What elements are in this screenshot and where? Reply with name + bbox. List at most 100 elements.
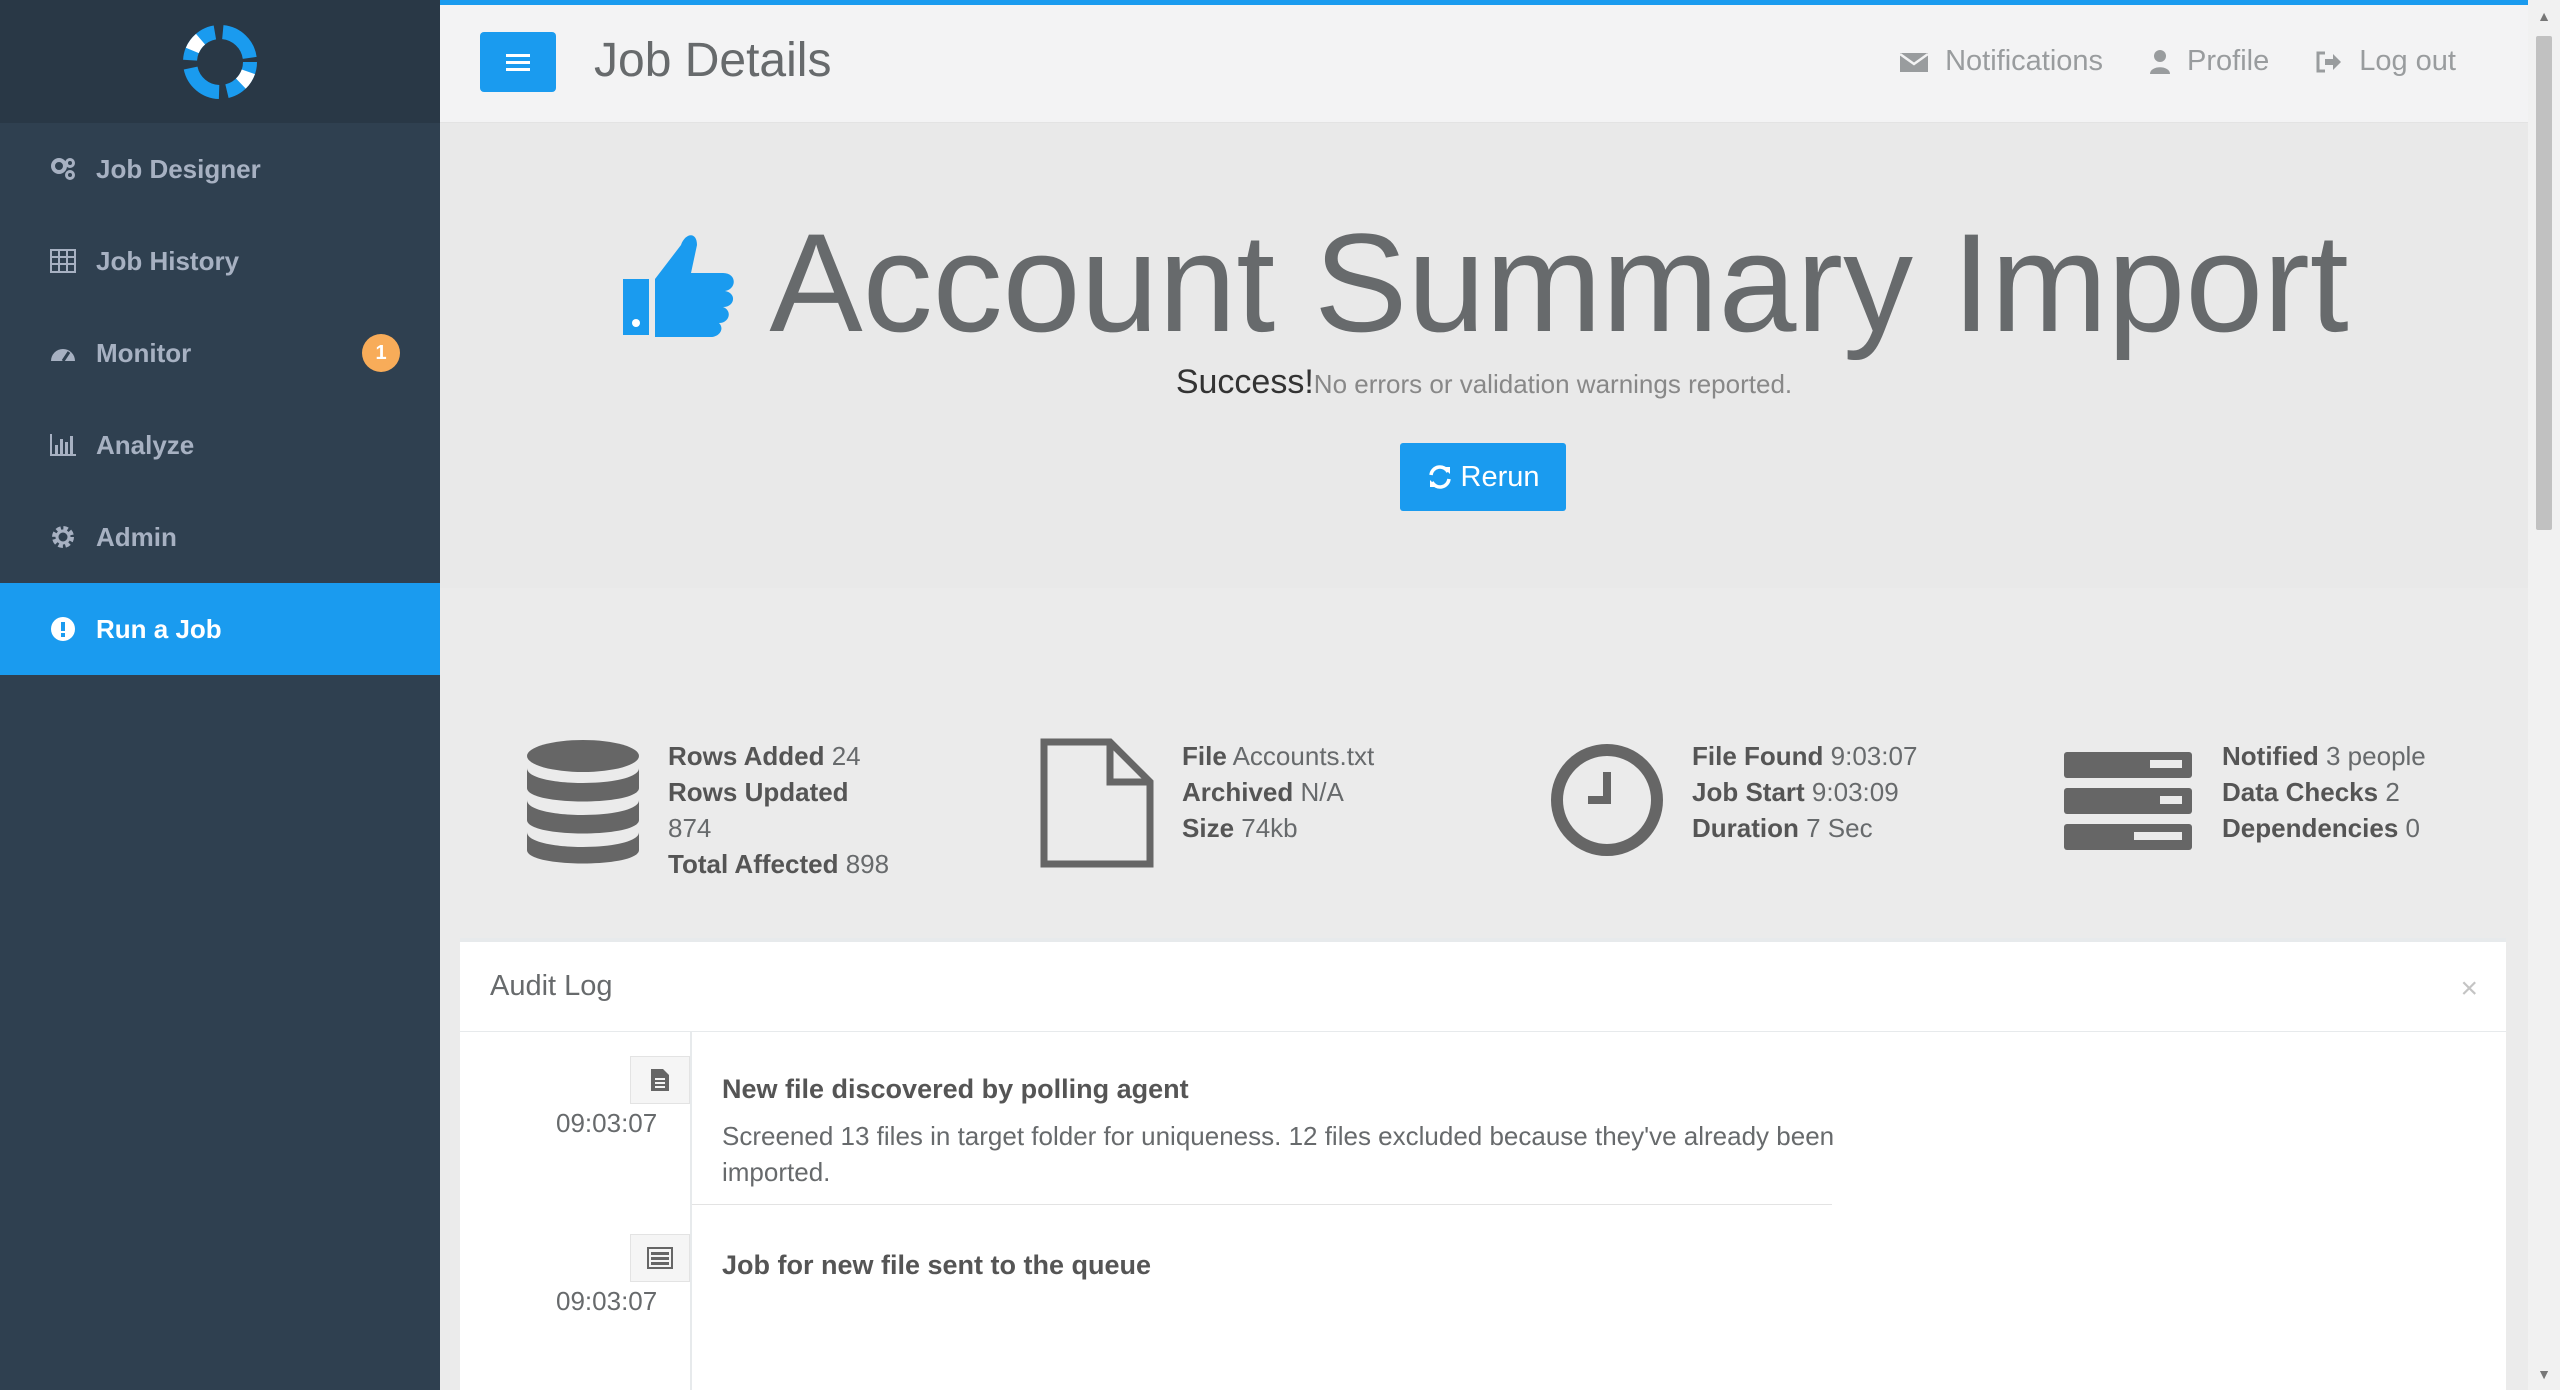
total-affected-value: 898 — [845, 849, 890, 879]
job-stats: Rows Added 24 Rows Updated 874 Total Aff… — [440, 588, 2528, 938]
rerun-button[interactable]: Rerun — [1400, 443, 1566, 511]
hamburger-icon — [506, 54, 530, 71]
rerun-label: Rerun — [1460, 460, 1540, 493]
gear-icon — [48, 522, 78, 552]
timing-stat-text: File Found 9:03:07 Job Start 9:03:09 Dur… — [1692, 738, 1917, 846]
notifications-label: Notifications — [1945, 45, 2104, 77]
logout-label: Log out — [2359, 45, 2456, 77]
job-start-label: Job Start — [1692, 777, 1805, 807]
profile-label: Profile — [2187, 45, 2270, 77]
file-text-icon — [630, 1056, 690, 1104]
profile-link[interactable]: Profile — [2149, 45, 2269, 78]
sign-out-icon — [2316, 51, 2342, 72]
total-affected-label: Total Affected — [668, 849, 839, 879]
file-label: File — [1182, 741, 1227, 771]
entry-title: New file discovered by polling agent — [722, 1074, 1189, 1104]
entry-time: 09:03:07 — [556, 1286, 658, 1316]
page-scrollbar[interactable]: ▲ ▼ — [2528, 0, 2560, 1390]
file-found-label: File Found — [1692, 741, 1824, 771]
dashboard-icon — [48, 338, 78, 368]
entry-time: 09:03:07 — [556, 1108, 658, 1138]
rows-stat-text: Rows Added 24 Rows Updated 874 Total Aff… — [668, 738, 889, 882]
logo[interactable] — [0, 0, 440, 123]
entry-divider — [692, 1204, 1832, 1205]
monitor-count-badge: 1 — [362, 334, 400, 372]
duration-value: 7 Sec — [1806, 813, 1873, 843]
clock-icon — [1551, 744, 1663, 856]
sidebar-item-label: Job Designer — [96, 153, 261, 184]
sidebar-item-label: Monitor — [96, 337, 192, 368]
audit-log-header: Audit Log × — [460, 942, 2506, 1032]
rows-added-value: 24 — [831, 741, 861, 771]
file-found-value: 9:03:07 — [1830, 741, 1918, 771]
rows-updated-value: 874 — [668, 813, 712, 843]
scrollbar-thumb[interactable] — [2536, 36, 2552, 530]
job-start-value: 9:03:09 — [1811, 777, 1899, 807]
sidebar-item-label: Run a Job — [96, 613, 222, 644]
sidebar: Job Designer Job History Monitor 1 Analy… — [0, 0, 440, 1390]
status-label: Success! — [1175, 363, 1314, 401]
refresh-icon — [1428, 465, 1451, 489]
cogs-icon — [48, 154, 78, 184]
table-icon — [48, 246, 78, 276]
entry-title: Job for new file sent to the queue — [722, 1250, 1152, 1280]
user-icon — [2150, 49, 2171, 74]
scroll-down-icon[interactable]: ▼ — [2536, 1366, 2552, 1382]
top-bar: Job Details Notifications Profile Log ou… — [440, 0, 2528, 123]
envelope-icon — [1899, 52, 1929, 72]
audit-log-title: Audit Log — [490, 970, 613, 1002]
top-links: Notifications Profile Log out — [1899, 45, 2456, 78]
app-logo-icon — [183, 24, 257, 99]
timing-stat: File Found 9:03:07 Job Start 9:03:09 Dur… — [1550, 738, 1917, 868]
job-name-title: Account Summary Import — [769, 204, 2349, 361]
job-summary-hero: Account Summary Import Success!No errors… — [440, 123, 2528, 588]
sidebar-item-admin[interactable]: Admin — [0, 491, 440, 583]
size-label: Size — [1182, 813, 1235, 843]
exclamation-circle-icon — [48, 614, 78, 644]
sidebar-item-run-a-job[interactable]: Run a Job — [0, 583, 440, 675]
entry-description: Screened 13 files in target folder for u… — [722, 1121, 1835, 1187]
rows-updated-label: Rows Updated — [668, 777, 849, 807]
status-description: No errors or validation warnings reporte… — [1313, 369, 1793, 399]
duration-label: Duration — [1692, 813, 1799, 843]
audit-log-panel: Audit Log × 09:03:07 New file discovered… — [460, 938, 2506, 1390]
thumbs-up-icon — [623, 235, 735, 337]
dependencies-value: 0 — [2405, 813, 2420, 843]
rows-stat: Rows Added 24 Rows Updated 874 Total Aff… — [526, 738, 889, 882]
sidebar-item-label: Job History — [96, 245, 240, 276]
close-icon[interactable]: × — [2460, 972, 2478, 1006]
hero-title-row: Account Summary Import — [440, 213, 2528, 353]
sidebar-item-label: Admin — [96, 521, 177, 552]
dependencies-label: Dependencies — [2222, 813, 2399, 843]
data-checks-value: 2 — [2385, 777, 2400, 807]
notified-value: 3 people — [2326, 741, 2426, 771]
menu-toggle-button[interactable] — [480, 32, 556, 92]
tasks-list-icon — [630, 1234, 690, 1282]
sidebar-item-monitor[interactable]: Monitor 1 — [0, 307, 440, 399]
notify-stat: Notified 3 people Data Checks 2 Dependen… — [2062, 738, 2426, 868]
scroll-up-icon[interactable]: ▲ — [2536, 8, 2552, 24]
sidebar-item-job-history[interactable]: Job History — [0, 215, 440, 307]
archived-value: N/A — [1300, 777, 1344, 807]
sidebar-item-analyze[interactable]: Analyze — [0, 399, 440, 491]
rows-added-label: Rows Added — [668, 741, 825, 771]
page-title: Job Details — [594, 34, 832, 87]
notify-stat-text: Notified 3 people Data Checks 2 Dependen… — [2222, 738, 2426, 846]
server-stack-icon — [2064, 752, 2192, 850]
archived-label: Archived — [1182, 777, 1294, 807]
notifications-link[interactable]: Notifications — [1899, 45, 2103, 78]
data-checks-label: Data Checks — [2222, 777, 2379, 807]
database-icon — [527, 740, 639, 864]
sidebar-item-label: Analyze — [96, 429, 195, 460]
file-icon — [1040, 738, 1154, 868]
job-status-message: Success!No errors or validation warnings… — [440, 363, 2528, 402]
timeline-line — [690, 1032, 692, 1390]
bar-chart-icon — [48, 430, 78, 460]
file-stat: File Accounts.txt Archived N/A Size 74kb — [1040, 738, 1374, 868]
notified-label: Notified — [2222, 741, 2319, 771]
sidebar-item-job-designer[interactable]: Job Designer — [0, 123, 440, 215]
file-stat-text: File Accounts.txt Archived N/A Size 74kb — [1182, 738, 1374, 846]
size-value: 74kb — [1241, 813, 1298, 843]
logout-link[interactable]: Log out — [2315, 45, 2456, 78]
file-value: Accounts.txt — [1232, 741, 1375, 771]
